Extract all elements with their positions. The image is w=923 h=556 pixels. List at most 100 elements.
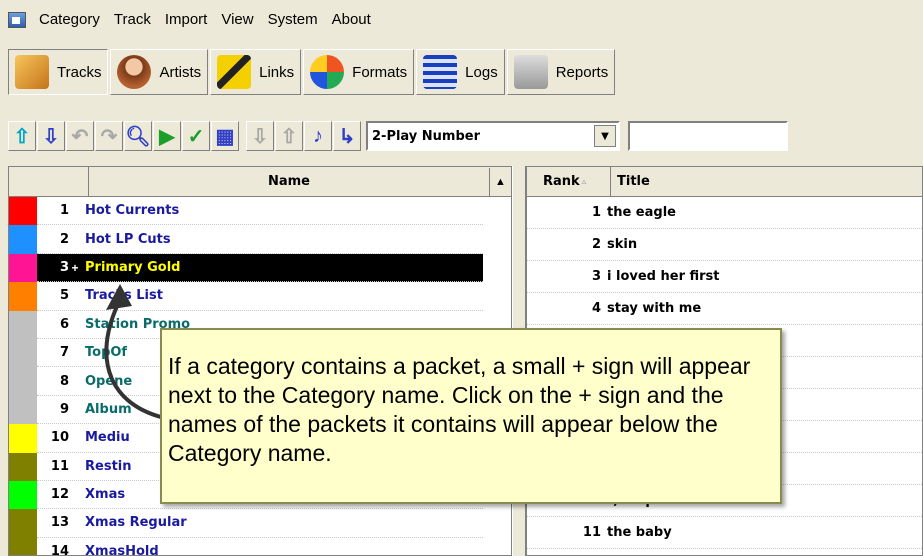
category-row[interactable]: 13 Xmas Regular xyxy=(9,509,511,538)
category-number: 5 xyxy=(59,288,69,304)
grid-button[interactable]: ▦ xyxy=(211,121,239,151)
arrow-down-icon: ⇩ xyxy=(42,125,60,148)
links-button[interactable]: Links xyxy=(210,49,302,95)
move-up-button[interactable]: ⇧ xyxy=(8,121,36,151)
sort-down-button[interactable]: ⇩ xyxy=(246,121,274,151)
arrow-up-disabled-icon: ⇧ xyxy=(280,125,298,148)
scroll-up-icon[interactable]: ▲ xyxy=(489,167,511,196)
category-number: 9 xyxy=(59,401,69,417)
rank-column-header[interactable]: Rank ▵ xyxy=(527,167,611,196)
category-number: 1 xyxy=(59,203,69,219)
logs-button-label: Logs xyxy=(465,63,498,81)
formats-button-label: Formats xyxy=(352,63,408,81)
tracks-icon xyxy=(15,55,49,89)
track-title: i loved her first xyxy=(607,269,720,284)
category-number: 2 xyxy=(59,231,69,247)
category-name: Xmas xyxy=(85,487,126,503)
formats-icon xyxy=(310,55,345,89)
track-row[interactable]: 2 skin xyxy=(527,229,922,261)
grid-icon: ▦ xyxy=(215,125,235,148)
redo-button[interactable]: ↷ xyxy=(95,121,123,151)
category-number: 10 xyxy=(50,430,69,446)
play-button[interactable]: ▶ xyxy=(153,121,181,151)
track-title: the baby xyxy=(607,525,672,540)
category-number: 14 xyxy=(50,543,69,556)
tracks-button[interactable]: Tracks xyxy=(8,49,109,95)
title-column-header[interactable]: Title xyxy=(611,174,650,189)
track-title: skin xyxy=(607,237,638,252)
arrow-down-disabled-icon: ⇩ xyxy=(251,125,269,148)
main-toolbar: Tracks Artists Links Formats Logs Report… xyxy=(0,48,923,96)
track-row[interactable]: 1 the eagle xyxy=(527,197,922,229)
app-icon[interactable] xyxy=(8,12,26,28)
category-color-swatch xyxy=(9,395,37,425)
menu-system[interactable]: System xyxy=(261,0,325,40)
tracks-button-label: Tracks xyxy=(57,63,102,81)
name-column-header[interactable]: Name xyxy=(89,174,489,189)
track-rank: 11 xyxy=(582,525,601,540)
category-name: Xmas Regular xyxy=(85,515,187,531)
logs-button[interactable]: Logs xyxy=(416,49,505,95)
formats-button[interactable]: Formats xyxy=(303,49,415,95)
category-name: Restin xyxy=(85,458,132,474)
play-icon: ▶ xyxy=(159,125,175,148)
indent-button[interactable]: ↳ xyxy=(333,121,361,151)
sort-select[interactable]: 2-Play Number ▼ xyxy=(366,121,620,151)
reports-button[interactable]: Reports xyxy=(506,49,616,95)
menu-about[interactable]: About xyxy=(325,0,378,40)
category-color-swatch xyxy=(9,537,37,555)
category-number: 3 xyxy=(59,260,69,276)
track-rank: 3 xyxy=(591,269,601,284)
category-number: 13 xyxy=(50,515,69,531)
turn-arrow-icon: ↳ xyxy=(338,125,356,148)
find-button[interactable]: 🔍︎ xyxy=(124,121,152,151)
links-button-label: Links xyxy=(259,63,295,81)
add-note-button[interactable]: ♪ xyxy=(304,121,332,151)
category-color-swatch xyxy=(9,225,37,254)
search-input[interactable] xyxy=(628,121,788,151)
category-number: 6 xyxy=(59,316,69,332)
track-row[interactable]: 4 stay with me xyxy=(527,293,922,325)
category-color-swatch xyxy=(9,197,37,226)
track-row[interactable]: 3 i loved her first xyxy=(527,261,922,293)
chevron-down-icon[interactable]: ▼ xyxy=(594,125,616,147)
category-row[interactable]: 2 Hot LP Cuts xyxy=(9,225,511,254)
list-toolbar: ⇧ ⇩ ↶ ↷ 🔍︎ ▶ ✓ ▦ ⇩ ⇧ ♪ ↳ 2-Play Number ▼ xyxy=(0,116,923,156)
category-number: 12 xyxy=(50,487,69,503)
reports-icon xyxy=(513,55,548,89)
menu-track[interactable]: Track xyxy=(107,0,158,40)
category-color-swatch xyxy=(9,367,37,396)
category-name: XmasHold xyxy=(85,543,159,556)
reports-button-label: Reports xyxy=(555,63,609,81)
track-row[interactable]: 11 the baby xyxy=(527,517,922,549)
undo-button[interactable]: ↶ xyxy=(66,121,94,151)
category-name: Hot Currents xyxy=(85,203,180,219)
category-list-header: Name ▲ xyxy=(9,167,511,197)
category-color-swatch xyxy=(9,424,37,453)
track-rank: 2 xyxy=(591,237,601,252)
checkmark-icon: ✓ xyxy=(187,125,205,148)
category-number: 8 xyxy=(59,373,69,389)
music-note-icon: ♪ xyxy=(313,124,323,147)
menu-category[interactable]: Category xyxy=(32,0,107,40)
artists-icon xyxy=(117,55,152,89)
menu-view[interactable]: View xyxy=(214,0,260,40)
category-row[interactable]: 1 Hot Currents xyxy=(9,197,511,226)
category-color-swatch xyxy=(9,310,37,339)
check-button[interactable]: ✓ xyxy=(182,121,210,151)
track-title: the eagle xyxy=(607,205,676,220)
menu-bar: Category Track Import View System About xyxy=(0,0,923,40)
redo-icon: ↷ xyxy=(100,125,118,148)
move-down-button[interactable]: ⇩ xyxy=(37,121,65,151)
category-name: Hot LP Cuts xyxy=(85,231,171,247)
category-color-swatch xyxy=(9,452,37,481)
sort-up-button[interactable]: ⇧ xyxy=(275,121,303,151)
arrow-up-icon: ⇧ xyxy=(13,125,31,148)
category-row[interactable]: 14 XmasHold xyxy=(9,537,511,556)
artists-button[interactable]: Artists xyxy=(110,49,209,95)
sort-select-value: 2-Play Number xyxy=(372,128,481,144)
menu-import[interactable]: Import xyxy=(158,0,215,40)
category-color-swatch xyxy=(9,480,37,510)
track-rank: 1 xyxy=(591,205,601,220)
category-color-swatch xyxy=(9,509,37,538)
